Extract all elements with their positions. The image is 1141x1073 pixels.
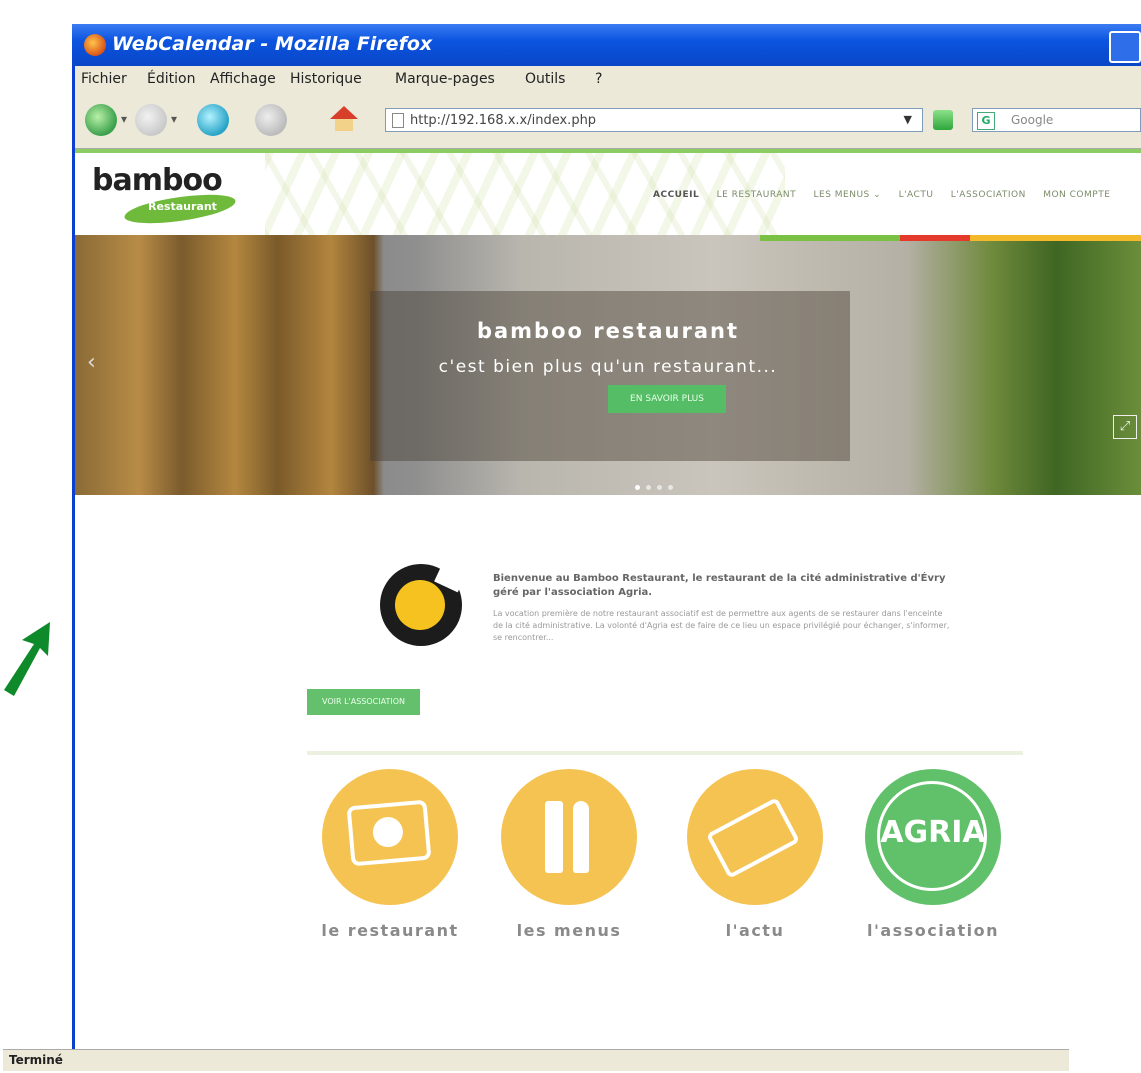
nav-restaurant[interactable]: LE RESTAURANT (717, 190, 797, 200)
back-arrow-icon[interactable] (85, 104, 117, 136)
tile-label: les menus (516, 921, 622, 940)
menu-edit[interactable]: Édition (147, 71, 195, 87)
search-placeholder: Google (1011, 113, 1054, 127)
forward-arrow-icon[interactable] (135, 104, 167, 136)
welcome-lead: Bienvenue au Bamboo Restaurant, le resta… (493, 573, 946, 598)
knife-icon (573, 801, 589, 873)
site-nav: ACCUEIL LE RESTAURANT LES MENUS ⌄ L'ACTU… (653, 190, 1124, 200)
status-text: Terminé (9, 1053, 63, 1067)
stripe-green (760, 235, 900, 241)
maximize-button[interactable] (1109, 31, 1141, 63)
hero-slider: ‹ bamboo restaurant c'est bien plus qu'u… (75, 235, 1141, 495)
tile-label: l'actu (725, 921, 785, 940)
nav-association[interactable]: L'ASSOCIATION (951, 190, 1026, 200)
nav-home[interactable]: ACCUEIL (653, 190, 699, 200)
agria-logo-icon[interactable]: AGRIA (865, 769, 1001, 905)
megaphone-icon[interactable] (687, 769, 823, 905)
tile-label: le restaurant (321, 921, 459, 940)
menu-file[interactable]: Fichier (81, 71, 127, 87)
menu-bookmarks[interactable]: Marque-pages (395, 71, 495, 87)
stripe-yellow (970, 235, 1141, 241)
section-divider (307, 751, 1023, 755)
megaphone-shape-icon (705, 797, 801, 879)
fork-icon (545, 801, 563, 873)
url-input[interactable]: http://192.168.x.x/index.php ▼ (385, 108, 923, 132)
search-input[interactable]: G Google (972, 108, 1141, 132)
google-icon[interactable]: G (977, 112, 995, 130)
nav-news[interactable]: L'ACTU (899, 190, 934, 200)
logo-sub: Restaurant (148, 200, 217, 213)
navigation-toolbar: ▾ ▾ http://192.168.x.x/index.php ▼ G Goo… (75, 92, 1141, 149)
slider-dot[interactable] (646, 485, 651, 490)
fork-knife-icon[interactable] (501, 769, 637, 905)
hero-subtitle: c'est bien plus qu'un restaurant... (438, 357, 778, 377)
reload-icon[interactable] (197, 104, 229, 136)
page-icon (392, 113, 404, 128)
welcome-section: Bienvenue au Bamboo Restaurant, le resta… (75, 544, 1141, 694)
url-dropdown-icon[interactable]: ▼ (904, 113, 912, 126)
go-arrow-icon[interactable] (933, 110, 953, 130)
firefox-icon (84, 34, 106, 56)
tile-news[interactable]: l'actu (685, 769, 825, 941)
stop-icon[interactable] (255, 104, 287, 136)
nav-menus[interactable]: LES MENUS ⌄ (814, 190, 882, 200)
restaurant-card-icon[interactable] (322, 769, 458, 905)
nav-account[interactable]: MON COMPTE (1043, 190, 1110, 200)
tile-label: l'association (867, 921, 999, 940)
hero-more-button[interactable]: EN SAVOIR PLUS (608, 385, 726, 413)
menu-history[interactable]: Historique (290, 71, 362, 87)
annotation-arrow-icon (4, 622, 50, 696)
home-icon[interactable] (330, 106, 358, 131)
slider-dot[interactable] (635, 485, 640, 490)
browser-window: WebCalendar - Mozilla Firefox Fichier Éd… (72, 24, 1141, 1073)
welcome-body: La vocation première de notre restaurant… (493, 609, 950, 642)
tile-menus[interactable]: les menus (499, 769, 639, 941)
stripe-red (900, 235, 970, 241)
back-dropdown-icon[interactable]: ▾ (121, 112, 127, 126)
card-icon (346, 799, 432, 867)
status-bar: Terminé (3, 1049, 1069, 1071)
slider-dot[interactable] (668, 485, 673, 490)
page-viewport: bamboo Restaurant ACCUEIL LE RESTAURANT … (75, 149, 1141, 1073)
slider-next-icon[interactable]: ⤢ (1113, 415, 1137, 439)
agria-mark-icon (380, 564, 462, 646)
title-bar: WebCalendar - Mozilla Firefox (72, 24, 1141, 66)
menu-tools[interactable]: Outils (525, 71, 565, 87)
agria-text: AGRIA (880, 815, 986, 850)
tile-association[interactable]: AGRIA l'association (863, 769, 1003, 941)
read-more-button[interactable]: VOIR L'ASSOCIATION (307, 689, 420, 715)
site-header: bamboo Restaurant ACCUEIL LE RESTAURANT … (75, 149, 1141, 239)
hero-title: bamboo restaurant (476, 319, 740, 343)
window-title: WebCalendar - Mozilla Firefox (112, 33, 433, 55)
menu-bar: Fichier Édition Affichage Historique Mar… (75, 66, 1141, 92)
url-text: http://192.168.x.x/index.php (410, 113, 597, 128)
logo-word: bamboo (92, 163, 223, 198)
slider-dot[interactable] (657, 485, 662, 490)
bamboo-logo[interactable]: bamboo Restaurant (92, 163, 262, 227)
forward-dropdown-icon[interactable]: ▾ (171, 112, 177, 126)
menu-view[interactable]: Affichage (210, 71, 276, 87)
menu-help[interactable]: ? (595, 71, 602, 87)
slider-dots (635, 475, 679, 494)
tile-restaurant[interactable]: le restaurant (320, 769, 460, 941)
